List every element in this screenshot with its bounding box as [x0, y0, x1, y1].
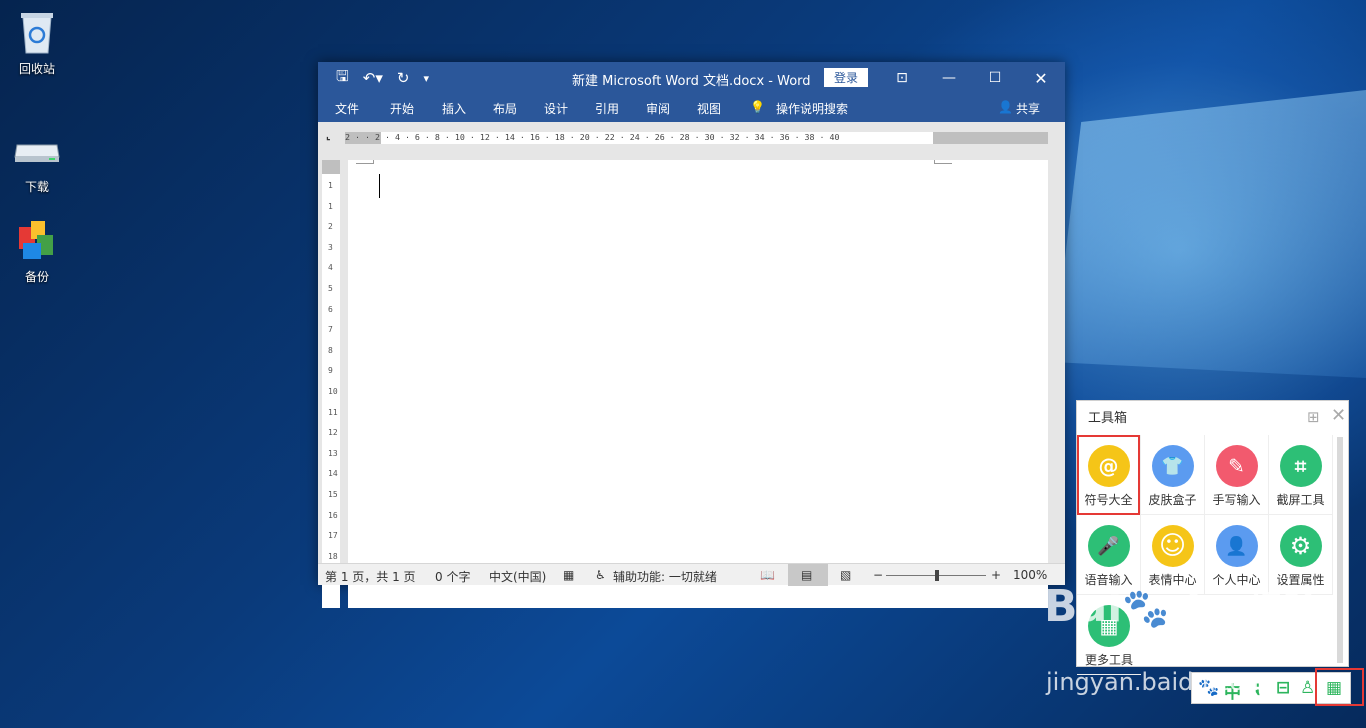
tab-review[interactable]: 审阅: [646, 100, 670, 117]
document-page[interactable]: [348, 160, 1048, 608]
tool-emoji-center[interactable]: ☺ 表情中心: [1141, 515, 1205, 595]
read-mode-icon[interactable]: 📖: [760, 568, 775, 582]
macro-icon[interactable]: ▦: [563, 568, 574, 582]
tool-label: 语音输入: [1084, 573, 1133, 587]
undo-icon[interactable]: ↶▾: [363, 69, 383, 87]
tool-screenshot[interactable]: ⌗ 截屏工具: [1269, 435, 1333, 515]
tool-label: 个人中心: [1212, 573, 1261, 587]
maximize-icon[interactable]: ☐: [972, 62, 1018, 94]
desktop-icon-label: 备份: [24, 270, 49, 284]
punctuation-icon[interactable]: ⁏: [1254, 678, 1261, 698]
more-tools-icon: ▦: [1088, 605, 1130, 647]
toolbox-title: 工具箱: [1088, 411, 1128, 426]
ime-toolbox-panel[interactable]: 工具箱 ⊞ ✕ @ 符号大全 👕 皮肤盒子 ✎ 手写输入 ⌗ 截屏工具 🎤 语音…: [1076, 400, 1349, 675]
vruler-numbers: 1 1 2 3 4 5 6 7 8 9 10 11 12 13 14 15 16 17 18: [328, 181, 338, 561]
ruler-margin-right: [933, 132, 1048, 144]
margin-mark-tr: [934, 160, 952, 164]
toolbox-scrollbar[interactable]: [1337, 437, 1343, 663]
ruler-numbers: 2 · · 2 · 4 · 6 · 8 · 10 · 12 · 14 · 16 …: [345, 132, 840, 142]
share-icon: 👤: [998, 100, 1013, 114]
tool-settings[interactable]: ⚙ 设置属性: [1269, 515, 1333, 595]
accessibility-icon: ♿: [595, 568, 606, 582]
quick-access-toolbar: 🖫 ↶▾ ↻ ▾: [318, 66, 429, 91]
tab-design[interactable]: 设计: [544, 100, 568, 117]
desktop-icon-label: 下载: [24, 180, 49, 194]
save-icon[interactable]: 🖫: [336, 66, 349, 91]
paw-icon[interactable]: 🐾: [1198, 678, 1219, 698]
share-button[interactable]: 共享: [1016, 100, 1040, 117]
gear-icon: ⚙: [1279, 525, 1322, 567]
tab-view[interactable]: 视图: [697, 100, 721, 117]
highlight-box: [1077, 435, 1140, 515]
tool-handwriting[interactable]: ✎ 手写输入: [1205, 435, 1269, 515]
desktop-icon-downloads[interactable]: 下载: [2, 126, 72, 195]
tool-more[interactable]: ▦ 更多工具: [1077, 595, 1141, 675]
zoom-level[interactable]: 100%: [1013, 568, 1047, 582]
desktop-icon-recycle-bin[interactable]: 回收站: [2, 8, 72, 77]
ribbon-display-options-icon[interactable]: ⊡: [879, 62, 925, 94]
desktop-icon-backup[interactable]: 备份: [2, 216, 72, 285]
shirt-icon: 👕: [1151, 445, 1194, 487]
title-bar[interactable]: 🖫 ↶▾ ↻ ▾ 新建 Microsoft Word 文档.docx - Wor…: [318, 62, 1065, 94]
tab-insert[interactable]: 插入: [442, 100, 466, 117]
chinese-mode-toggle[interactable]: 中: [1224, 678, 1241, 703]
highlight-box: [1315, 668, 1364, 706]
zoom-slider-thumb[interactable]: [935, 570, 939, 581]
close-icon[interactable]: ✕: [1331, 405, 1346, 426]
tab-references[interactable]: 引用: [595, 100, 619, 117]
drive-icon: [2, 126, 72, 174]
vruler-margin-top: [322, 160, 340, 174]
tool-label: 表情中心: [1148, 573, 1197, 587]
tool-label: 设置属性: [1276, 573, 1325, 587]
zoom-in-button[interactable]: +: [991, 568, 1001, 582]
word-window[interactable]: 🖫 ↶▾ ↻ ▾ 新建 Microsoft Word 文档.docx - Wor…: [318, 62, 1065, 608]
tool-skin-box[interactable]: 👕 皮肤盒子: [1141, 435, 1205, 515]
tab-home[interactable]: 开始: [390, 100, 414, 117]
accessibility-status[interactable]: 辅助功能: 一切就绪: [613, 568, 717, 585]
tab-selector-icon[interactable]: ⌞: [326, 131, 331, 142]
customize-qat-icon[interactable]: ▾: [423, 72, 429, 85]
tool-label: 更多工具: [1084, 653, 1133, 667]
web-layout-icon[interactable]: ▧: [840, 568, 851, 582]
language-indicator[interactable]: 中文(中国): [489, 568, 546, 585]
lightbulb-icon: 💡: [750, 100, 765, 114]
window-title: 新建 Microsoft Word 文档.docx - Word: [572, 74, 811, 89]
ribbon-tabs: 文件 开始 插入 布局 设计 引用 审阅 视图 💡 操作说明搜索 👤 共享: [318, 94, 1065, 122]
minimize-icon[interactable]: —: [926, 62, 972, 94]
pen-icon: ✎: [1215, 445, 1258, 487]
desktop-icon-label: 回收站: [18, 62, 55, 76]
word-count[interactable]: 0 个字: [435, 568, 470, 585]
vertical-ruler[interactable]: 1 1 2 3 4 5 6 7 8 9 10 11 12 13 14 15 16 17 18: [322, 160, 340, 608]
margin-mark-tl: [356, 160, 374, 164]
user-icon[interactable]: ♙: [1300, 678, 1315, 698]
backup-app-icon: [2, 216, 72, 264]
tell-me-search[interactable]: 操作说明搜索: [776, 100, 848, 117]
redo-icon[interactable]: ↻: [397, 69, 410, 87]
horizontal-ruler[interactable]: ⌞ 2 · · 2 · 4 · 6 · 8 · 10 · 12 · 14 · 1…: [318, 126, 1065, 148]
tool-voice-input[interactable]: 🎤 语音输入: [1077, 515, 1141, 595]
login-button[interactable]: 登录: [824, 68, 869, 87]
text-caret: [379, 174, 380, 198]
zoom-out-button[interactable]: −: [873, 568, 883, 582]
status-bar: 第 1 页，共 1 页 0 个字 中文(中国) ▦ ♿ 辅助功能: 一切就绪 📖…: [318, 563, 1065, 586]
tool-label: 手写输入: [1212, 493, 1261, 507]
tool-label: 皮肤盒子: [1148, 493, 1197, 507]
tool-personal-center[interactable]: 👤 个人中心: [1205, 515, 1269, 595]
print-layout-icon[interactable]: ▤: [801, 568, 812, 582]
recycle-bin-icon: [2, 8, 72, 56]
toolbox-icon[interactable]: ⊟: [1276, 678, 1290, 698]
smiley-icon: ☺: [1151, 525, 1194, 567]
tool-label: 截屏工具: [1276, 493, 1325, 507]
page-count[interactable]: 第 1 页，共 1 页: [325, 568, 416, 585]
user-icon: 👤: [1215, 525, 1258, 567]
tab-layout[interactable]: 布局: [493, 100, 517, 117]
grid-icon[interactable]: ⊞: [1307, 408, 1320, 426]
tab-file[interactable]: 文件: [335, 100, 359, 117]
microphone-icon: 🎤: [1087, 525, 1130, 567]
close-icon[interactable]: ✕: [1018, 62, 1064, 94]
crop-icon: ⌗: [1279, 445, 1322, 487]
